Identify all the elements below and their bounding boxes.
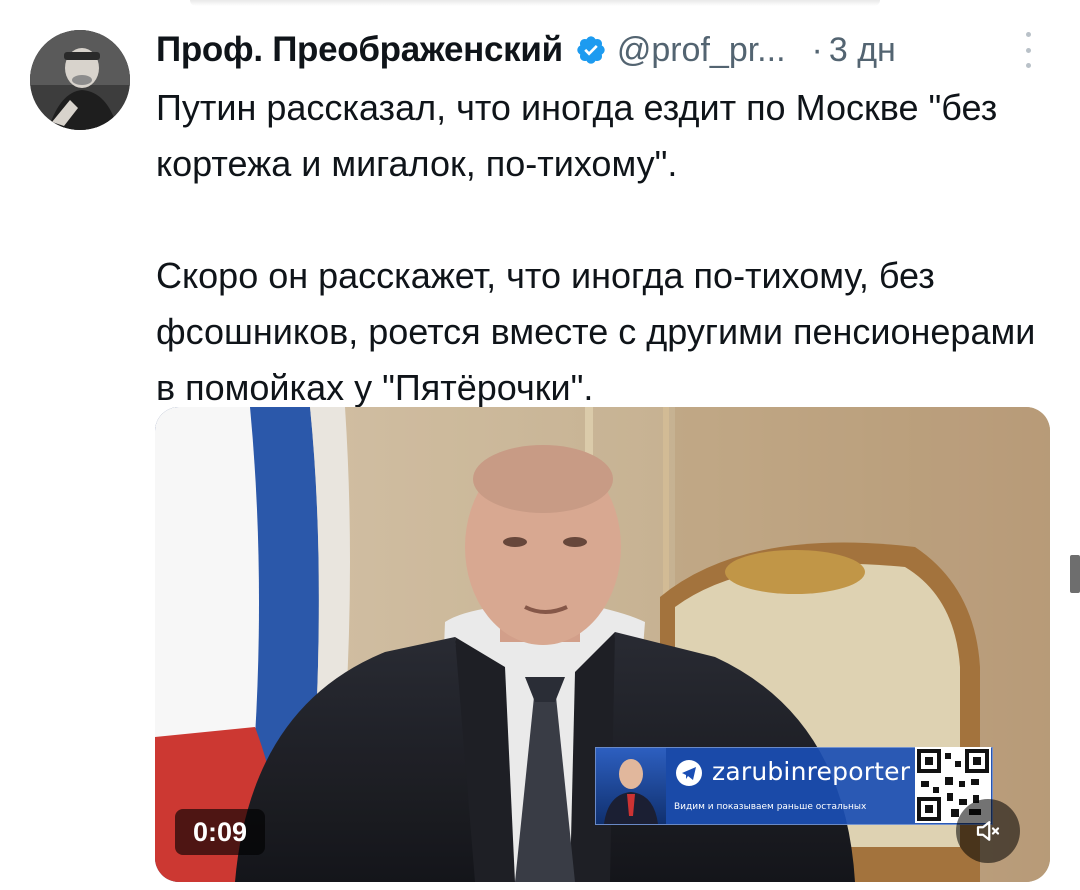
top-divider bbox=[190, 0, 880, 6]
avatar[interactable] bbox=[30, 30, 130, 130]
tweet-paragraph: Путин рассказал, что иногда ездит по Мос… bbox=[156, 87, 998, 184]
avatar-photo bbox=[30, 30, 130, 130]
verified-badge-icon[interactable] bbox=[575, 34, 607, 66]
reporter-thumbnail bbox=[596, 748, 666, 824]
video-player[interactable]: zarubinreporter Видим и показываем раньш… bbox=[155, 407, 1050, 882]
tweet-header: Проф. Преображенский @prof_pr... · 3 дн bbox=[156, 26, 1046, 74]
more-options-icon[interactable] bbox=[1021, 32, 1035, 68]
mute-button[interactable] bbox=[956, 799, 1020, 863]
tweet-paragraph: Скоро он расскажет, что иногда по-тихому… bbox=[156, 255, 1036, 408]
tweet-text: Путин рассказал, что иногда ездит по Мос… bbox=[156, 80, 1056, 416]
scrollbar-thumb[interactable] bbox=[1070, 555, 1080, 593]
telegram-icon bbox=[676, 760, 702, 786]
channel-tagline: Видим и показываем раньше остальных bbox=[674, 802, 867, 812]
channel-name: zarubinreporter bbox=[712, 757, 911, 786]
time-separator: · bbox=[811, 30, 823, 69]
video-duration-badge: 0:09 bbox=[175, 809, 265, 855]
tweet-page: Проф. Преображенский @prof_pr... · 3 дн … bbox=[0, 0, 1080, 890]
tweet-timestamp[interactable]: 3 дн bbox=[829, 31, 896, 70]
author-name[interactable]: Проф. Преображенский bbox=[156, 30, 563, 70]
author-handle[interactable]: @prof_pr... bbox=[617, 31, 786, 70]
speaker-muted-icon bbox=[976, 821, 1000, 841]
